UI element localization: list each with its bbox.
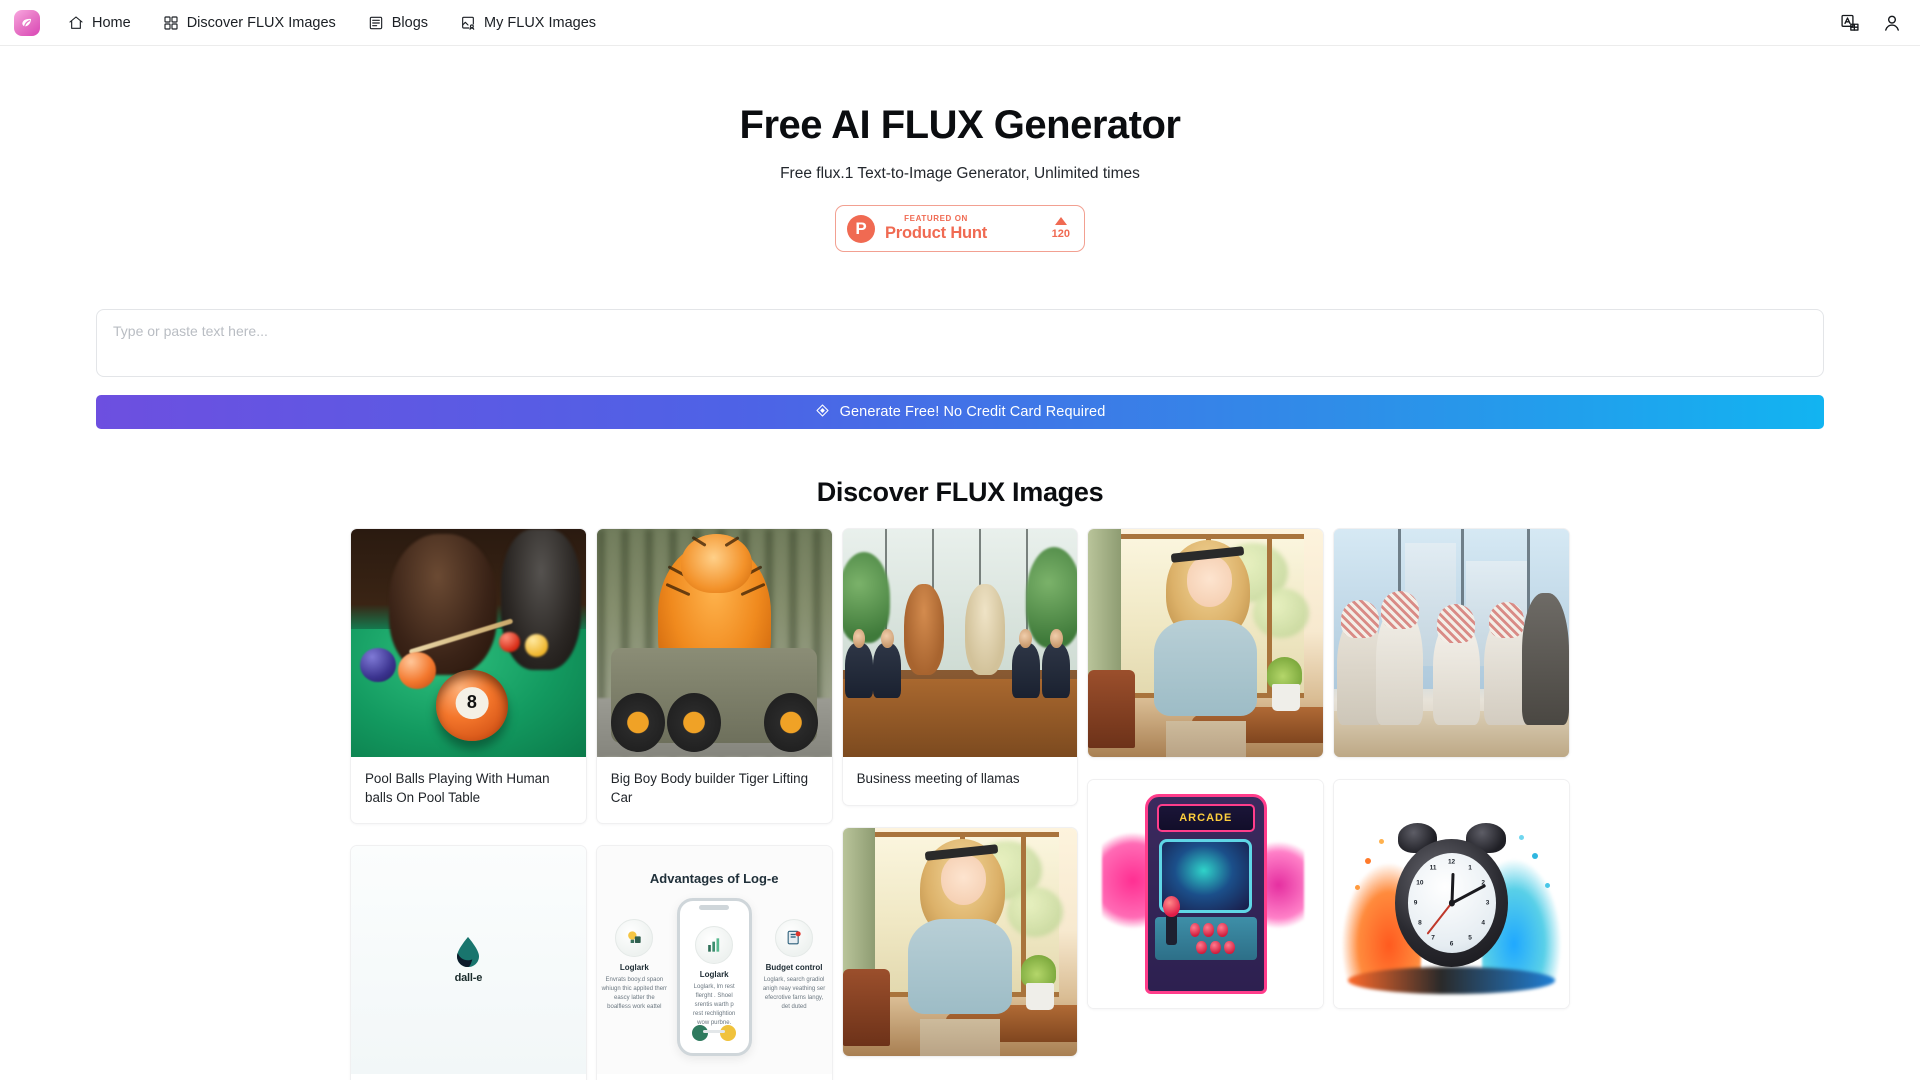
gallery-card[interactable]: Business meeting of llamas <box>841 528 1079 806</box>
home-icon <box>68 15 84 31</box>
translate-icon[interactable] <box>1840 13 1860 33</box>
gallery-card[interactable] <box>1087 528 1325 758</box>
arcade-marquee: ARCADE <box>1157 804 1255 832</box>
infographic-body: Loglark, lm rest flerght . Shoel srentis… <box>693 983 736 1026</box>
product-hunt-upvote[interactable]: 120 <box>1051 216 1070 240</box>
grid-icon <box>163 15 179 31</box>
generate-button-label: Generate Free! No Credit Card Required <box>839 404 1106 420</box>
gallery-card[interactable]: Big Boy Body builder Tiger Lifting Car <box>595 528 833 824</box>
infographic-column-center: Loglark Loglark, lm rest flerght . Shoel… <box>680 925 749 1028</box>
product-hunt-upvote-count: 120 <box>1051 227 1070 240</box>
card-image-anime-girl <box>1088 529 1324 757</box>
product-hunt-wrap: P FEATURED ON Product Hunt 120 <box>0 205 1920 252</box>
gallery-card[interactable]: Pool Balls Playing With Human balls On P… <box>350 528 587 824</box>
clipboard-icon <box>775 918 814 957</box>
card-caption: Business meeting of llamas <box>856 771 1020 786</box>
user-icon[interactable] <box>1882 13 1902 33</box>
card-image-splash-alarm-clock: 12 1 2 3 4 5 6 7 8 9 10 11 <box>1334 780 1569 1008</box>
card-image-business-meeting <box>1334 529 1569 757</box>
infographic-body: Envrats booy.d spaon whiugn thic appited… <box>601 976 668 1010</box>
gallery-card[interactable] <box>1333 528 1570 758</box>
card-image-anime-girl <box>842 827 1078 1056</box>
infographic-column-right: Budget control Loglark, search gradiol a… <box>761 918 827 1012</box>
dalle-droplet-icon <box>457 937 480 967</box>
prompt-input[interactable] <box>96 309 1824 377</box>
card-image-llama-meeting <box>842 529 1078 757</box>
card-caption: Big Boy Body builder Tiger Lifting Car <box>610 771 809 805</box>
card-image-tiger-bodybuilder <box>596 529 832 757</box>
gallery-title: Discover FLUX Images <box>816 477 1104 507</box>
dalle-wordmark: dall-e <box>454 972 483 984</box>
nav-item-home[interactable]: Home <box>66 11 133 35</box>
infographic-heading: Loglark <box>699 969 729 979</box>
page-title: Free AI FLUX Generator <box>739 103 1181 147</box>
card-image-advantages-infographic: Advantages of Log-e Loglark Envrats booy… <box>596 846 832 1074</box>
nav-label-my-flux-images: My FLUX Images <box>484 14 597 31</box>
gallery-card[interactable]: ARCADE <box>1087 779 1325 1009</box>
card-caption: i need you to use your extencive experie… <box>351 1074 586 1080</box>
nav-item-discover-flux-images[interactable]: Discover FLUX Images <box>161 11 338 35</box>
page-body: Free AI FLUX Generator Free flux.1 Text-… <box>0 46 1920 1080</box>
infographic-column-left: Loglark Envrats booy.d spaon whiugn thic… <box>601 918 668 1012</box>
nav-item-blogs[interactable]: Blogs <box>366 11 430 35</box>
infographic-body: Loglark, search gradiol anigh reay veath… <box>762 976 826 1010</box>
gallery-grid: Pool Balls Playing With Human balls On P… <box>350 528 1570 1080</box>
infographic-title: Advantages of Log-e <box>649 871 779 887</box>
article-icon <box>368 15 384 31</box>
nav-links: Home Discover FLUX Images Blogs My FLUX … <box>66 11 598 35</box>
card-caption: Pool Balls Playing With Human balls On P… <box>365 771 550 805</box>
chart-icon <box>695 925 734 964</box>
product-hunt-badge[interactable]: P FEATURED ON Product Hunt 120 <box>835 205 1085 252</box>
infographic-heading: Loglark <box>619 962 649 972</box>
navbar-right-actions <box>1840 13 1902 33</box>
arcade-marquee-text: ARCADE <box>1179 812 1233 825</box>
card-image-arcade-cabinet: ARCADE <box>1088 780 1324 1008</box>
nav-item-my-flux-images[interactable]: My FLUX Images <box>458 11 598 35</box>
product-hunt-text: FEATURED ON Product Hunt <box>885 213 988 243</box>
lightbulb-icon <box>615 918 654 957</box>
product-hunt-featured-label: FEATURED ON <box>904 213 968 223</box>
nav-label-discover: Discover FLUX Images <box>186 14 336 31</box>
infographic-heading: Budget control <box>765 962 823 972</box>
nav-label-blogs: Blogs <box>391 14 429 31</box>
sparkle-diamond-icon <box>815 403 830 422</box>
product-hunt-name: Product Hunt <box>885 224 988 243</box>
prompt-zone: Generate Free! No Credit Card Required <box>96 309 1824 429</box>
image-user-icon <box>460 15 476 31</box>
phone-mockup: Loglark Loglark, lm rest flerght . Shoel… <box>676 898 752 1056</box>
gallery-card[interactable]: Advantages of Log-e Loglark Envrats booy… <box>595 845 833 1080</box>
nav-label-home: Home <box>92 14 131 31</box>
hero-section: Free AI FLUX Generator Free flux.1 Text-… <box>0 46 1920 252</box>
card-image-dalle-logo: dall-e <box>351 846 586 1074</box>
leaf-logo-icon[interactable] <box>14 9 40 36</box>
gallery-card[interactable] <box>841 826 1079 1057</box>
product-hunt-logo-icon: P <box>847 214 875 243</box>
gallery-card[interactable]: 12 1 2 3 4 5 6 7 8 9 10 11 <box>1333 779 1570 1009</box>
top-navbar: Home Discover FLUX Images Blogs My FLUX … <box>0 0 1920 46</box>
gallery-card[interactable]: dall-e i need you to use your extencive … <box>350 845 587 1080</box>
page-subtitle: Free flux.1 Text-to-Image Generator, Unl… <box>780 165 1140 182</box>
generate-button[interactable]: Generate Free! No Credit Card Required <box>96 395 1824 429</box>
upvote-arrow-icon <box>1054 216 1067 225</box>
card-caption: i need you to use your extencive experie… <box>597 1074 832 1080</box>
card-image-pool-balls <box>351 529 586 757</box>
